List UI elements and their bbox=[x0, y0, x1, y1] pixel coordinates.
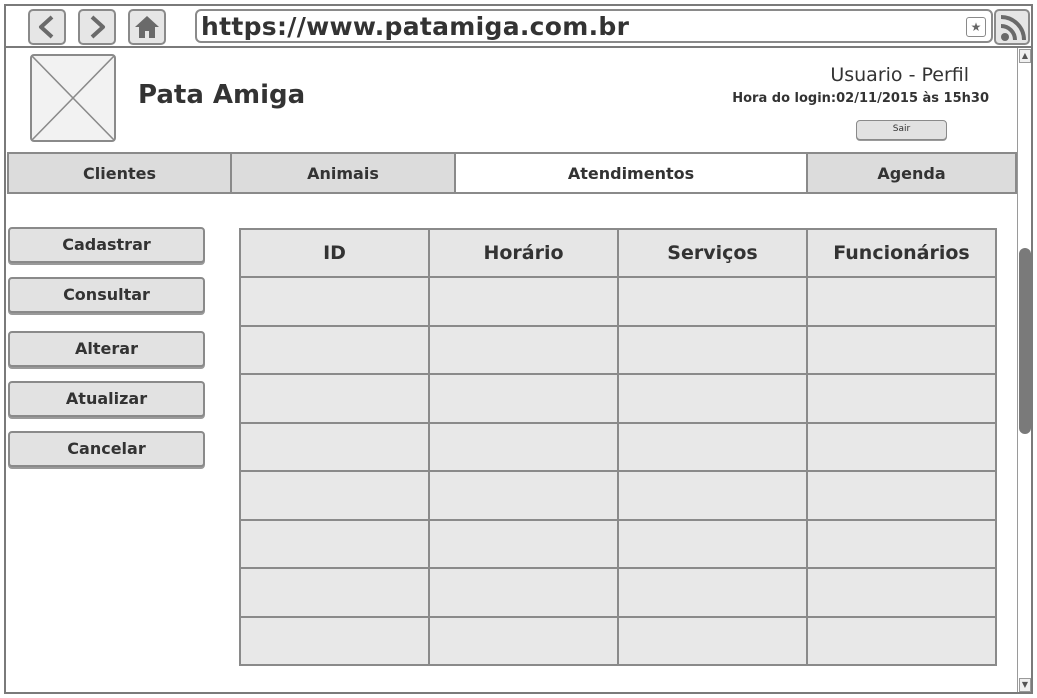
scroll-down-icon[interactable]: ▼ bbox=[1019, 678, 1031, 692]
table-cell[interactable] bbox=[617, 421, 808, 472]
forward-arrow-icon bbox=[90, 15, 105, 39]
brand-title: Pata Amiga bbox=[138, 80, 306, 110]
table-cell[interactable] bbox=[239, 276, 430, 327]
scroll-thumb[interactable] bbox=[1019, 248, 1031, 434]
login-time: Hora do login:02/11/2015 às 15h30 bbox=[732, 91, 989, 106]
table-cell[interactable] bbox=[239, 567, 430, 618]
table-cell[interactable] bbox=[617, 615, 808, 666]
table-cell[interactable] bbox=[428, 276, 619, 327]
home-icon bbox=[135, 16, 159, 38]
table-cell[interactable] bbox=[806, 324, 997, 375]
table-cell[interactable] bbox=[428, 470, 619, 521]
main-tabs: Clientes Animais Atendimentos Agenda bbox=[7, 152, 1017, 194]
url-text: https://www.patamiga.com.br bbox=[201, 12, 630, 41]
column-header-funcionarios[interactable]: Funcionários bbox=[806, 228, 997, 278]
table-row[interactable] bbox=[239, 615, 997, 666]
table-cell[interactable] bbox=[428, 373, 619, 424]
table-cell[interactable] bbox=[239, 470, 430, 521]
table-cell[interactable] bbox=[428, 324, 619, 375]
table-cell[interactable] bbox=[239, 373, 430, 424]
address-bar[interactable]: https://www.patamiga.com.br ★ bbox=[195, 9, 993, 43]
rss-icon bbox=[1000, 15, 1026, 41]
atualizar-button[interactable]: Atualizar bbox=[8, 381, 205, 417]
table-cell[interactable] bbox=[428, 615, 619, 666]
column-header-servicos[interactable]: Serviços bbox=[617, 228, 808, 278]
alterar-button[interactable]: Alterar bbox=[8, 331, 205, 367]
table-cell[interactable] bbox=[428, 567, 619, 618]
tab-atendimentos[interactable]: Atendimentos bbox=[456, 154, 808, 192]
table-cell[interactable] bbox=[806, 567, 997, 618]
scroll-up-icon[interactable]: ▲ bbox=[1019, 49, 1031, 63]
browser-toolbar: https://www.patamiga.com.br ★ bbox=[6, 6, 1031, 48]
table-row[interactable] bbox=[239, 518, 997, 569]
image-placeholder-icon bbox=[31, 55, 115, 141]
table-cell[interactable] bbox=[428, 518, 619, 569]
table-row[interactable] bbox=[239, 470, 997, 521]
table-cell[interactable] bbox=[806, 373, 997, 424]
table-cell[interactable] bbox=[239, 518, 430, 569]
logo-placeholder bbox=[30, 54, 116, 142]
browser-window: https://www.patamiga.com.br ★ ▲ ▼ Pata A… bbox=[4, 4, 1033, 694]
home-button[interactable] bbox=[128, 9, 166, 45]
table-cell[interactable] bbox=[806, 615, 997, 666]
table-row[interactable] bbox=[239, 421, 997, 472]
table-row[interactable] bbox=[239, 567, 997, 618]
table-cell[interactable] bbox=[806, 276, 997, 327]
table-cell[interactable] bbox=[617, 373, 808, 424]
table-header-row: ID Horário Serviços Funcionários bbox=[239, 228, 997, 278]
vertical-scrollbar[interactable]: ▲ ▼ bbox=[1017, 48, 1031, 692]
cadastrar-button[interactable]: Cadastrar bbox=[8, 227, 205, 263]
table-cell[interactable] bbox=[617, 567, 808, 618]
column-header-horario[interactable]: Horário bbox=[428, 228, 619, 278]
tab-clientes[interactable]: Clientes bbox=[9, 154, 232, 192]
table-cell[interactable] bbox=[806, 421, 997, 472]
tab-agenda[interactable]: Agenda bbox=[808, 154, 1015, 192]
table-cell[interactable] bbox=[428, 421, 619, 472]
rss-button[interactable] bbox=[994, 9, 1030, 45]
table-cell[interactable] bbox=[617, 276, 808, 327]
table-cell[interactable] bbox=[617, 470, 808, 521]
tab-animais[interactable]: Animais bbox=[232, 154, 456, 192]
table-cell[interactable] bbox=[806, 518, 997, 569]
table-cell[interactable] bbox=[239, 421, 430, 472]
logout-button[interactable]: Sair bbox=[856, 120, 947, 140]
back-button[interactable] bbox=[28, 9, 66, 45]
column-header-id[interactable]: ID bbox=[239, 228, 430, 278]
table-row[interactable] bbox=[239, 276, 997, 327]
table-cell[interactable] bbox=[806, 470, 997, 521]
table-cell[interactable] bbox=[617, 518, 808, 569]
consultar-button[interactable]: Consultar bbox=[8, 277, 205, 313]
table-cell[interactable] bbox=[239, 324, 430, 375]
table-row[interactable] bbox=[239, 324, 997, 375]
cancelar-button[interactable]: Cancelar bbox=[8, 431, 205, 467]
star-icon[interactable]: ★ bbox=[966, 17, 986, 37]
table-row[interactable] bbox=[239, 373, 997, 424]
forward-button[interactable] bbox=[78, 9, 116, 45]
table-cell[interactable] bbox=[617, 324, 808, 375]
back-arrow-icon bbox=[39, 15, 54, 39]
user-profile-title[interactable]: Usuario - Perfil bbox=[830, 64, 969, 86]
atendimentos-table: ID Horário Serviços Funcionários bbox=[239, 228, 997, 666]
table-cell[interactable] bbox=[239, 615, 430, 666]
